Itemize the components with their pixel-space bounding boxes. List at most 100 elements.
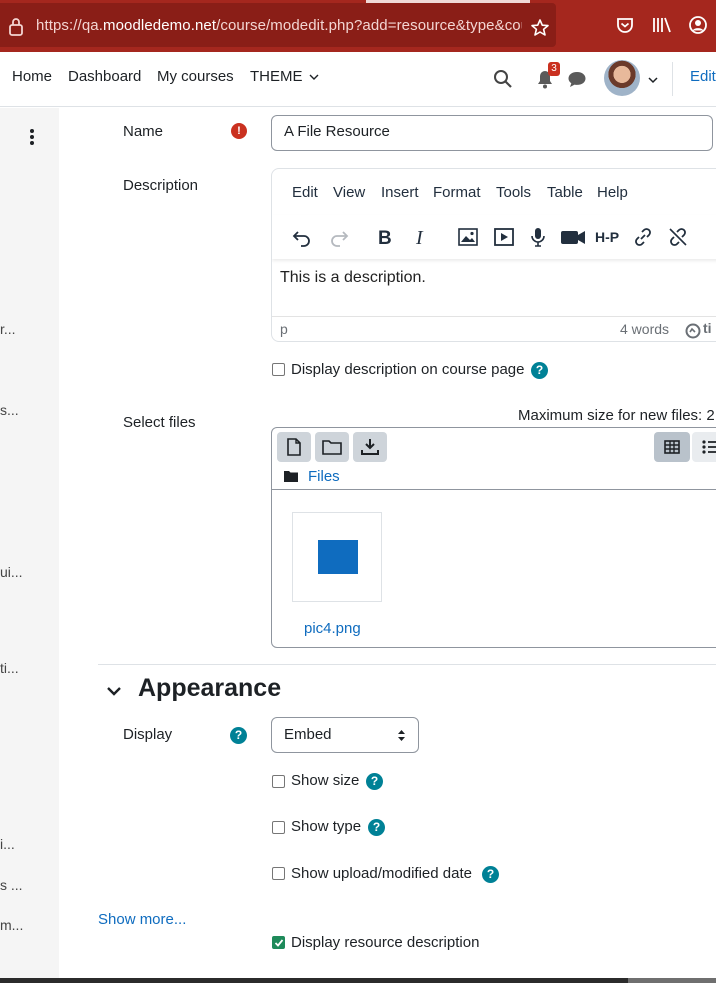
- url-text[interactable]: https://qa.moodledemo.net/course/modedit…: [36, 17, 522, 39]
- select-files-label: Select files: [123, 414, 196, 431]
- nav-theme-label: THEME: [250, 68, 303, 85]
- microphone-icon[interactable]: [529, 226, 547, 248]
- files-path-link[interactable]: Files: [308, 468, 340, 485]
- show-size-checkbox[interactable]: [272, 775, 285, 788]
- primary-navigation: Home Dashboard My courses THEME 3 Edit: [0, 52, 716, 107]
- display-description-checkbox[interactable]: [272, 363, 285, 376]
- course-index-item[interactable]: ui...: [0, 564, 23, 580]
- editor-menu-insert[interactable]: Insert: [381, 184, 419, 201]
- lock-icon: [9, 18, 23, 36]
- show-type-checkbox[interactable]: [272, 821, 285, 834]
- pocket-icon[interactable]: [615, 15, 635, 35]
- chevron-down-icon: [309, 74, 319, 80]
- navbar-divider: [672, 62, 673, 96]
- course-index-item[interactable]: ti...: [0, 660, 19, 676]
- collapse-chevron-icon[interactable]: [106, 685, 122, 697]
- media-icon[interactable]: [493, 226, 515, 248]
- url-bar[interactable]: https://qa.moodledemo.net/course/modedit…: [0, 3, 556, 47]
- editor-menu-edit[interactable]: Edit: [292, 184, 318, 201]
- help-icon[interactable]: ?: [366, 773, 383, 790]
- list-view-button[interactable]: [692, 432, 716, 462]
- messages-icon[interactable]: [567, 70, 587, 88]
- course-index-item[interactable]: i...: [0, 836, 15, 852]
- course-index-item[interactable]: m...: [0, 917, 23, 933]
- section-divider: [98, 664, 716, 665]
- svg-text:H-P: H-P: [595, 229, 619, 245]
- unlink-icon[interactable]: [667, 226, 689, 248]
- help-icon[interactable]: ?: [482, 866, 499, 883]
- help-icon[interactable]: ?: [368, 819, 385, 836]
- show-date-checkbox[interactable]: [272, 867, 285, 880]
- show-more-link[interactable]: Show more...: [98, 911, 186, 928]
- course-index-item[interactable]: r...: [0, 321, 16, 337]
- editor-element-path[interactable]: p: [280, 321, 288, 337]
- user-menu-chevron-icon[interactable]: [648, 76, 658, 84]
- course-index-drawer: r... s... ui... ti... i... s ... m...: [0, 108, 59, 978]
- user-avatar[interactable]: [604, 60, 640, 96]
- taskbar-segment: [628, 978, 716, 983]
- show-date-label: Show upload/modified date: [291, 865, 472, 882]
- display-resource-description-label: Display resource description: [291, 934, 480, 951]
- edit-mode-toggle[interactable]: Edit: [690, 68, 716, 85]
- appearance-heading[interactable]: Appearance: [138, 674, 281, 703]
- display-resource-description-checkbox[interactable]: [272, 936, 285, 949]
- file-thumbnail[interactable]: [292, 512, 382, 602]
- bookmark-star-icon[interactable]: [530, 18, 550, 38]
- h5p-icon[interactable]: H-P: [595, 226, 623, 248]
- editor-statusbar: p 4 words ti: [272, 316, 716, 341]
- svg-text:I: I: [415, 227, 424, 248]
- editor-menu-table[interactable]: Table: [547, 184, 583, 201]
- course-index-item[interactable]: s ...: [0, 877, 23, 893]
- editor-menubar: Edit View Insert Format Tools Table Help: [272, 169, 716, 215]
- display-select[interactable]: Embed: [271, 717, 419, 753]
- nav-home[interactable]: Home: [12, 68, 52, 85]
- redo-icon: [331, 231, 349, 247]
- editor-word-count: 4 words: [620, 321, 670, 337]
- bold-icon[interactable]: B: [376, 226, 394, 248]
- download-all-button[interactable]: [353, 432, 387, 462]
- undo-icon[interactable]: [291, 226, 313, 248]
- editor-menu-tools[interactable]: Tools: [496, 184, 531, 201]
- account-icon[interactable]: [688, 15, 708, 35]
- editor-menu-help[interactable]: Help: [597, 184, 628, 201]
- editor-menu-format[interactable]: Format: [433, 184, 481, 201]
- course-index-item[interactable]: s...: [0, 402, 19, 418]
- help-icon[interactable]: ?: [531, 362, 548, 379]
- show-type-label: Show type: [291, 818, 362, 835]
- file-path-bar: Files: [272, 464, 716, 490]
- file-icon: [287, 438, 301, 456]
- display-description-label: Display description on course page: [291, 361, 525, 378]
- video-camera-icon[interactable]: [560, 226, 586, 248]
- browser-toolbar: https://qa.moodledemo.net/course/modedit…: [0, 0, 716, 52]
- file-manager: Files pic4.png: [271, 427, 716, 648]
- search-icon[interactable]: [493, 69, 513, 89]
- folder-icon: [322, 440, 342, 455]
- image-icon[interactable]: [457, 226, 479, 248]
- library-icon[interactable]: [651, 15, 673, 35]
- nav-theme[interactable]: THEME: [250, 68, 319, 85]
- italic-icon[interactable]: I: [412, 226, 430, 248]
- editor-toolbar: B I H-P: [272, 215, 716, 259]
- editor-content[interactable]: This is a description.: [280, 269, 426, 287]
- download-icon: [361, 439, 379, 455]
- image-preview: [318, 540, 358, 574]
- link-icon[interactable]: [632, 226, 654, 248]
- required-icon: !: [231, 123, 247, 139]
- nav-dashboard[interactable]: Dashboard: [68, 68, 141, 85]
- select-arrows-icon: [398, 730, 405, 741]
- file-name-link[interactable]: pic4.png: [304, 620, 361, 637]
- svg-text:B: B: [378, 228, 392, 248]
- folder-solid-icon: [284, 471, 298, 482]
- nav-my-courses[interactable]: My courses: [157, 68, 234, 85]
- editor-menu-view[interactable]: View: [333, 184, 365, 201]
- create-folder-button[interactable]: [315, 432, 349, 462]
- tiny-logo-icon: [685, 323, 701, 339]
- kebab-menu-icon[interactable]: [29, 128, 35, 146]
- grid-icon: [664, 440, 680, 454]
- display-select-value: Embed: [284, 726, 332, 743]
- help-icon[interactable]: ?: [230, 727, 247, 744]
- add-file-button[interactable]: [277, 432, 311, 462]
- name-input[interactable]: A File Resource: [271, 115, 713, 151]
- description-editor: Edit View Insert Format Tools Table Help…: [271, 168, 716, 342]
- grid-view-button[interactable]: [654, 432, 690, 462]
